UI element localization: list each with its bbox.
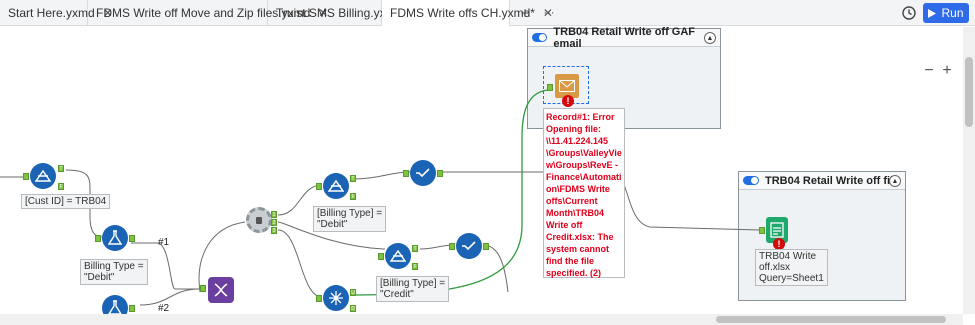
filter-tool-cust[interactable] [30,163,56,189]
wire [349,171,411,180]
add-tab-button[interactable]: + [512,0,538,26]
input-anchor[interactable] [547,84,553,91]
output-anchor-1[interactable]: 1 [271,211,277,218]
input-anchor[interactable] [449,243,455,250]
union-tool[interactable] [208,277,234,303]
tab-bar: Start Here.yxmd ✕ FDMS Write off Move an… [0,0,975,27]
input-anchor[interactable] [95,235,101,242]
dna-icon [214,283,228,297]
wire [277,229,323,298]
input-anchor[interactable] [316,183,322,190]
duplicate-anchor[interactable]: D [350,305,356,312]
scroll-thumb[interactable] [716,316,946,323]
output-anchor-2[interactable]: 2 [271,219,277,226]
error-message: Record#1: Error Opening file: \\11.41.22… [543,108,625,278]
snowflake-icon [329,291,343,305]
false-anchor[interactable]: F [58,183,64,190]
check-icon [416,168,430,178]
true-anchor[interactable]: T [412,245,418,252]
output-anchor[interactable] [437,170,443,177]
check-icon [462,241,476,251]
input-anchor[interactable] [759,227,765,234]
hand-icon [256,217,262,224]
tab-truist-sms[interactable]: Truist SMS Billing.yxmd ✕ [268,0,420,26]
scroll-thumb[interactable] [965,57,973,127]
formula-tool[interactable] [102,225,128,251]
filter-annotation: [Billing Type] = "Credit" [376,276,450,302]
filter-icon [328,179,344,192]
vertical-scrollbar[interactable] [963,27,975,314]
horizontal-scrollbar[interactable] [0,314,963,325]
input-anchor[interactable] [23,173,29,180]
filter-icon [390,249,406,262]
active-wire [349,89,549,296]
flask-icon [108,300,122,314]
document-icon [770,222,784,238]
tab-start-here[interactable]: Start Here.yxmd ✕ [0,0,113,26]
select-tool-2[interactable] [456,233,482,259]
zoom-in-button[interactable]: + [940,62,954,79]
filter-annotation: [Cust ID] = TRB04 [21,194,111,209]
tab-label: Start Here.yxmd [8,6,95,20]
connection-label: #1 [158,237,170,248]
true-anchor[interactable]: T [350,175,356,182]
output-anchor[interactable] [129,305,135,312]
play-icon [928,8,937,18]
true-anchor[interactable]: T [58,165,64,172]
output-anchor[interactable] [129,235,135,242]
input-anchor[interactable] [378,253,384,260]
flask-icon [108,230,122,245]
workflow-canvas[interactable]: TRB04 Retail Write off GAF email ▲ TRB04… [0,27,963,314]
tab-fdms-move-zip[interactable]: FDMS Write off Move and Zip files.yxmd ✕ [88,0,328,26]
switch-tool[interactable] [246,207,272,233]
output-anchor[interactable] [483,243,489,250]
history-icon[interactable] [901,5,917,21]
wire [482,244,509,293]
output-annotation: TRB04 Write off.xlsx Query=Sheet1 [755,249,828,286]
unique-tool[interactable] [323,285,349,311]
tab-fdms-write-offs[interactable]: FDMS Write offs CH.yxmd* ✕ [382,0,553,27]
error-badge: ! [562,95,574,107]
input-anchor[interactable] [403,170,409,177]
formula-annotation: Billing Type = "Debit" [80,259,148,285]
filter-icon [35,169,51,182]
run-button[interactable]: Run [923,3,969,23]
filter-tool-credit[interactable] [385,243,411,269]
false-anchor[interactable]: F [412,263,418,270]
zoom-out-button[interactable]: − [922,62,936,79]
input-anchor[interactable] [316,295,322,302]
input-anchor[interactable] [200,285,206,292]
more-tabs-button[interactable]: ··· [536,0,562,26]
select-tool-1[interactable] [410,160,436,186]
run-label: Run [941,6,964,20]
envelope-icon [559,80,575,92]
wire [139,288,201,306]
connection-label: #2 [158,303,170,314]
filter-annotation: [Billing Type] = "Debit" [313,206,387,232]
false-anchor[interactable]: F [350,193,356,200]
formula-tool-2[interactable] [102,295,128,314]
unique-anchor[interactable]: U [350,289,356,296]
output-anchor-3[interactable]: 3 [271,227,277,234]
filter-tool-debit[interactable] [323,173,349,199]
